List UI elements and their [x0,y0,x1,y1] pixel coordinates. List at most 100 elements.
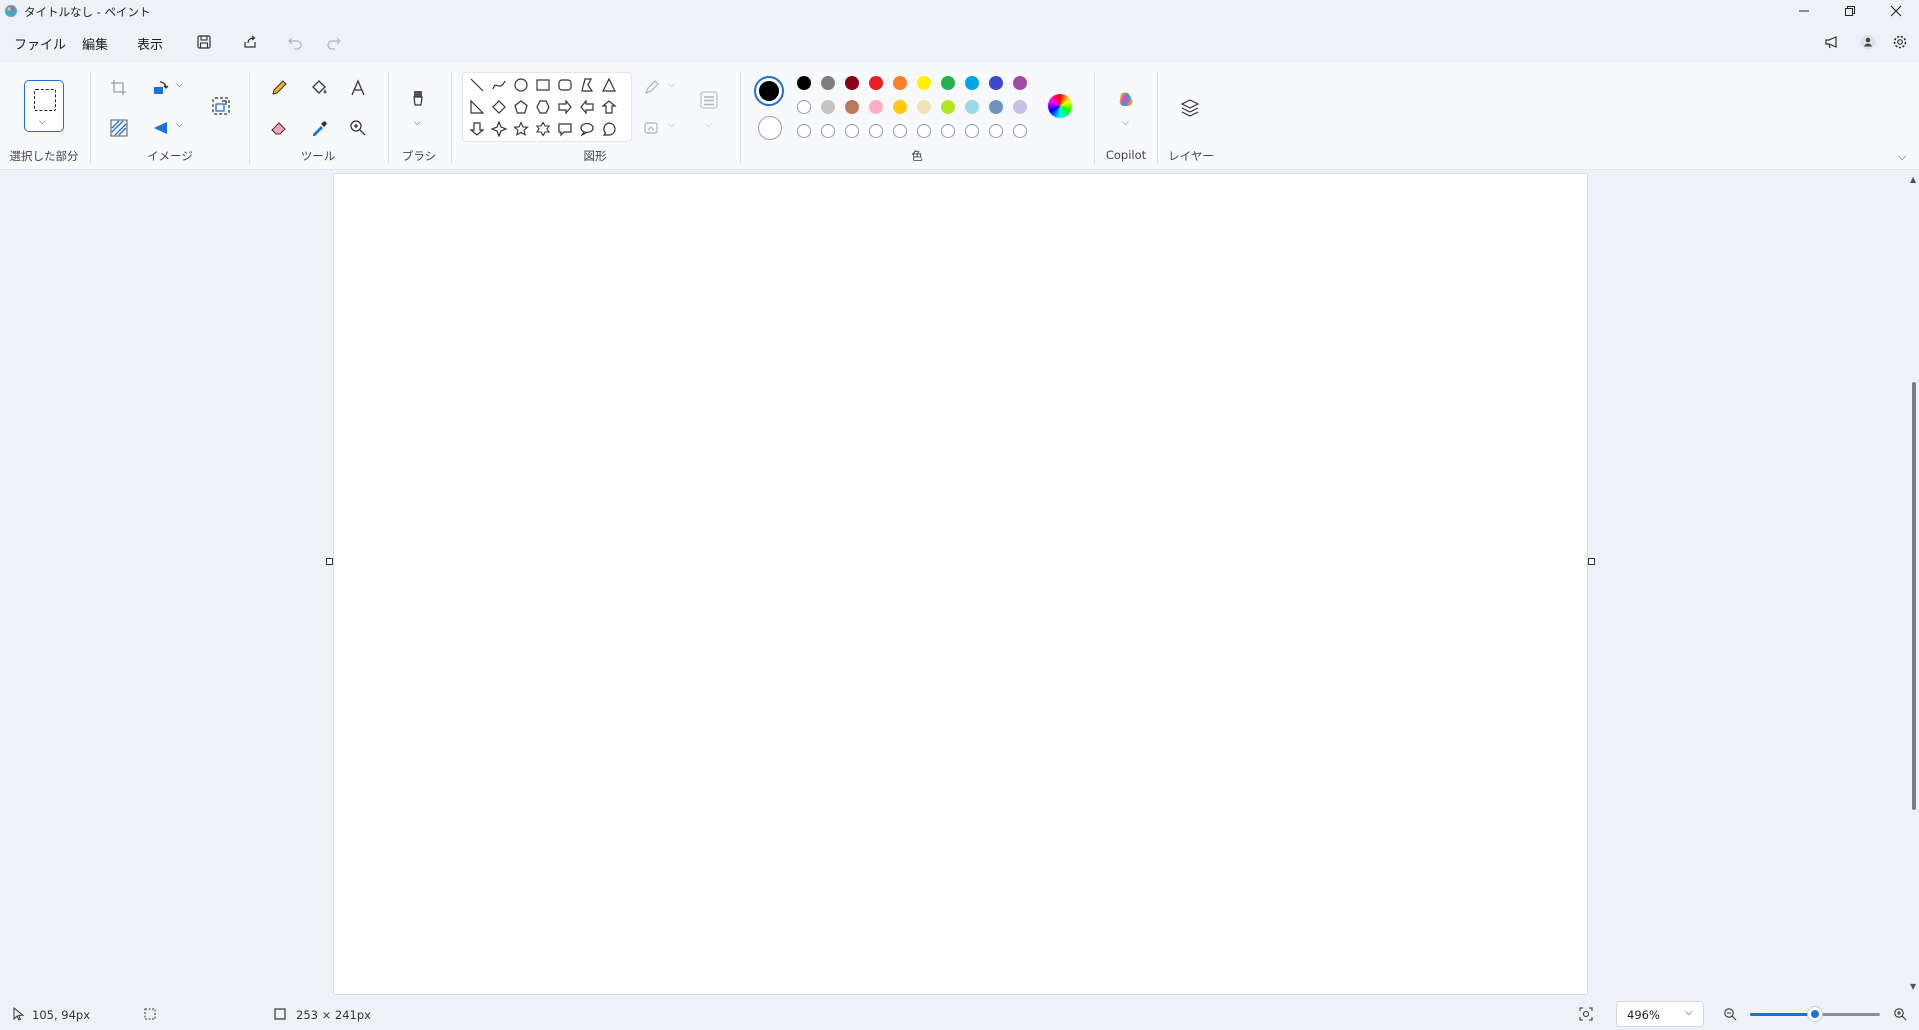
menu-view[interactable]: 表示 [137,34,163,53]
oval-callout-shape-icon[interactable] [579,121,595,137]
drawing-canvas[interactable] [333,173,1588,995]
menu-edit[interactable]: 編集 [82,34,108,53]
redo-button[interactable] [324,32,344,52]
color-swatch[interactable] [869,100,883,114]
crop-button[interactable] [107,76,131,100]
fill-button[interactable] [307,76,331,100]
restore-button[interactable] [1827,0,1873,22]
right-arrow-shape-icon[interactable] [557,99,573,115]
color-swatch[interactable] [965,76,979,90]
selection-tool-button[interactable]: ⌵ [24,80,64,132]
scroll-up-arrow-icon[interactable]: ▲ [1910,175,1916,184]
custom-color-slot[interactable] [797,124,811,138]
triangle-shape-icon[interactable] [601,77,617,93]
zoom-level-select[interactable]: 496% ⌵ [1616,1001,1704,1027]
custom-color-slot[interactable] [893,124,907,138]
brushes-button[interactable] [406,86,430,110]
remove-background-button[interactable] [107,116,131,140]
cloud-callout-shape-icon[interactable] [601,121,617,137]
color-swatch[interactable] [893,100,907,114]
secondary-color-swatch[interactable] [758,116,782,140]
color-swatch[interactable] [941,100,955,114]
undo-button[interactable] [285,32,305,52]
color-swatch[interactable] [845,76,859,90]
chevron-down-icon[interactable]: ⌵ [1122,118,1129,128]
oval-shape-icon[interactable] [513,77,529,93]
chevron-down-icon[interactable]: ⌵ [668,120,675,130]
line-thickness-button[interactable] [697,88,721,112]
custom-color-slot[interactable] [965,124,979,138]
color-swatch[interactable] [797,100,811,114]
four-point-star-shape-icon[interactable] [490,120,508,138]
eraser-button[interactable] [267,116,291,140]
close-button[interactable] [1873,0,1919,22]
curve-shape-icon[interactable] [491,77,507,93]
color-swatch[interactable] [1013,76,1027,90]
chevron-down-icon[interactable]: ⌵ [176,120,183,130]
right-triangle-shape-icon[interactable] [469,99,485,115]
pentagon-shape-icon[interactable] [513,99,529,115]
account-button[interactable] [1858,32,1878,52]
polygon-shape-icon[interactable] [579,77,595,93]
custom-color-slot[interactable] [869,124,883,138]
color-swatch[interactable] [845,100,859,114]
line-shape-icon[interactable] [469,77,485,93]
share-button[interactable] [240,32,260,52]
resize-button[interactable] [209,94,233,118]
five-point-star-shape-icon[interactable] [513,121,529,137]
zoom-in-button[interactable] [1892,1006,1908,1022]
custom-color-slot[interactable] [845,124,859,138]
layers-button[interactable] [1178,96,1202,120]
fit-to-window-button[interactable] [1578,1006,1594,1022]
color-swatch[interactable] [869,76,883,90]
menu-file[interactable]: ファイル [14,34,66,53]
color-swatch[interactable] [965,100,979,114]
chevron-down-icon[interactable]: ⌵ [668,80,675,90]
color-swatch[interactable] [917,100,931,114]
color-swatch[interactable] [893,76,907,90]
settings-button[interactable] [1890,32,1910,52]
flip-button[interactable] [149,116,173,140]
chevron-down-icon[interactable]: ⌵ [176,80,183,90]
magnifier-button[interactable] [346,116,370,140]
primary-color-swatch[interactable] [754,76,784,106]
color-picker-button[interactable] [307,116,331,140]
canvas-resize-handle-right[interactable] [1588,558,1595,565]
left-arrow-shape-icon[interactable] [579,99,595,115]
edit-colors-button[interactable] [1048,94,1072,118]
pencil-button[interactable] [267,76,291,100]
scroll-down-arrow-icon[interactable]: ▼ [1910,982,1916,991]
up-arrow-shape-icon[interactable] [601,99,617,115]
custom-color-slot[interactable] [821,124,835,138]
chevron-down-icon[interactable]: ⌵ [705,120,712,130]
copilot-button[interactable] [1114,88,1138,112]
custom-color-slot[interactable] [989,124,1003,138]
save-button[interactable] [194,32,214,52]
color-swatch[interactable] [989,100,1003,114]
rounded-rectangle-shape-icon[interactable] [557,77,573,93]
rotate-button[interactable] [149,76,173,100]
rectangle-shape-icon[interactable] [535,77,551,93]
scrollbar-thumb[interactable] [1912,382,1916,810]
collapse-ribbon-chevron-icon[interactable]: ⌵ [1898,150,1906,164]
color-swatch[interactable] [1013,100,1027,114]
color-swatch[interactable] [821,100,835,114]
shape-fill-button[interactable] [640,116,664,140]
canvas-resize-handle-left[interactable] [326,558,333,565]
minimize-button[interactable] [1781,0,1827,22]
custom-color-slot[interactable] [1013,124,1027,138]
color-swatch[interactable] [797,76,811,90]
zoom-out-button[interactable] [1722,1006,1738,1022]
rectangular-callout-shape-icon[interactable] [557,121,573,137]
color-swatch[interactable] [821,76,835,90]
custom-color-slot[interactable] [917,124,931,138]
six-point-star-shape-icon[interactable] [535,121,551,137]
text-button[interactable] [346,76,370,100]
shapes-gallery[interactable] [462,72,632,142]
zoom-slider-thumb[interactable] [1808,1007,1822,1021]
chevron-down-icon[interactable]: ⌵ [414,118,421,128]
down-arrow-shape-icon[interactable] [469,121,485,137]
custom-color-slot[interactable] [941,124,955,138]
feedback-button[interactable] [1822,32,1842,52]
diamond-shape-icon[interactable] [491,99,507,115]
